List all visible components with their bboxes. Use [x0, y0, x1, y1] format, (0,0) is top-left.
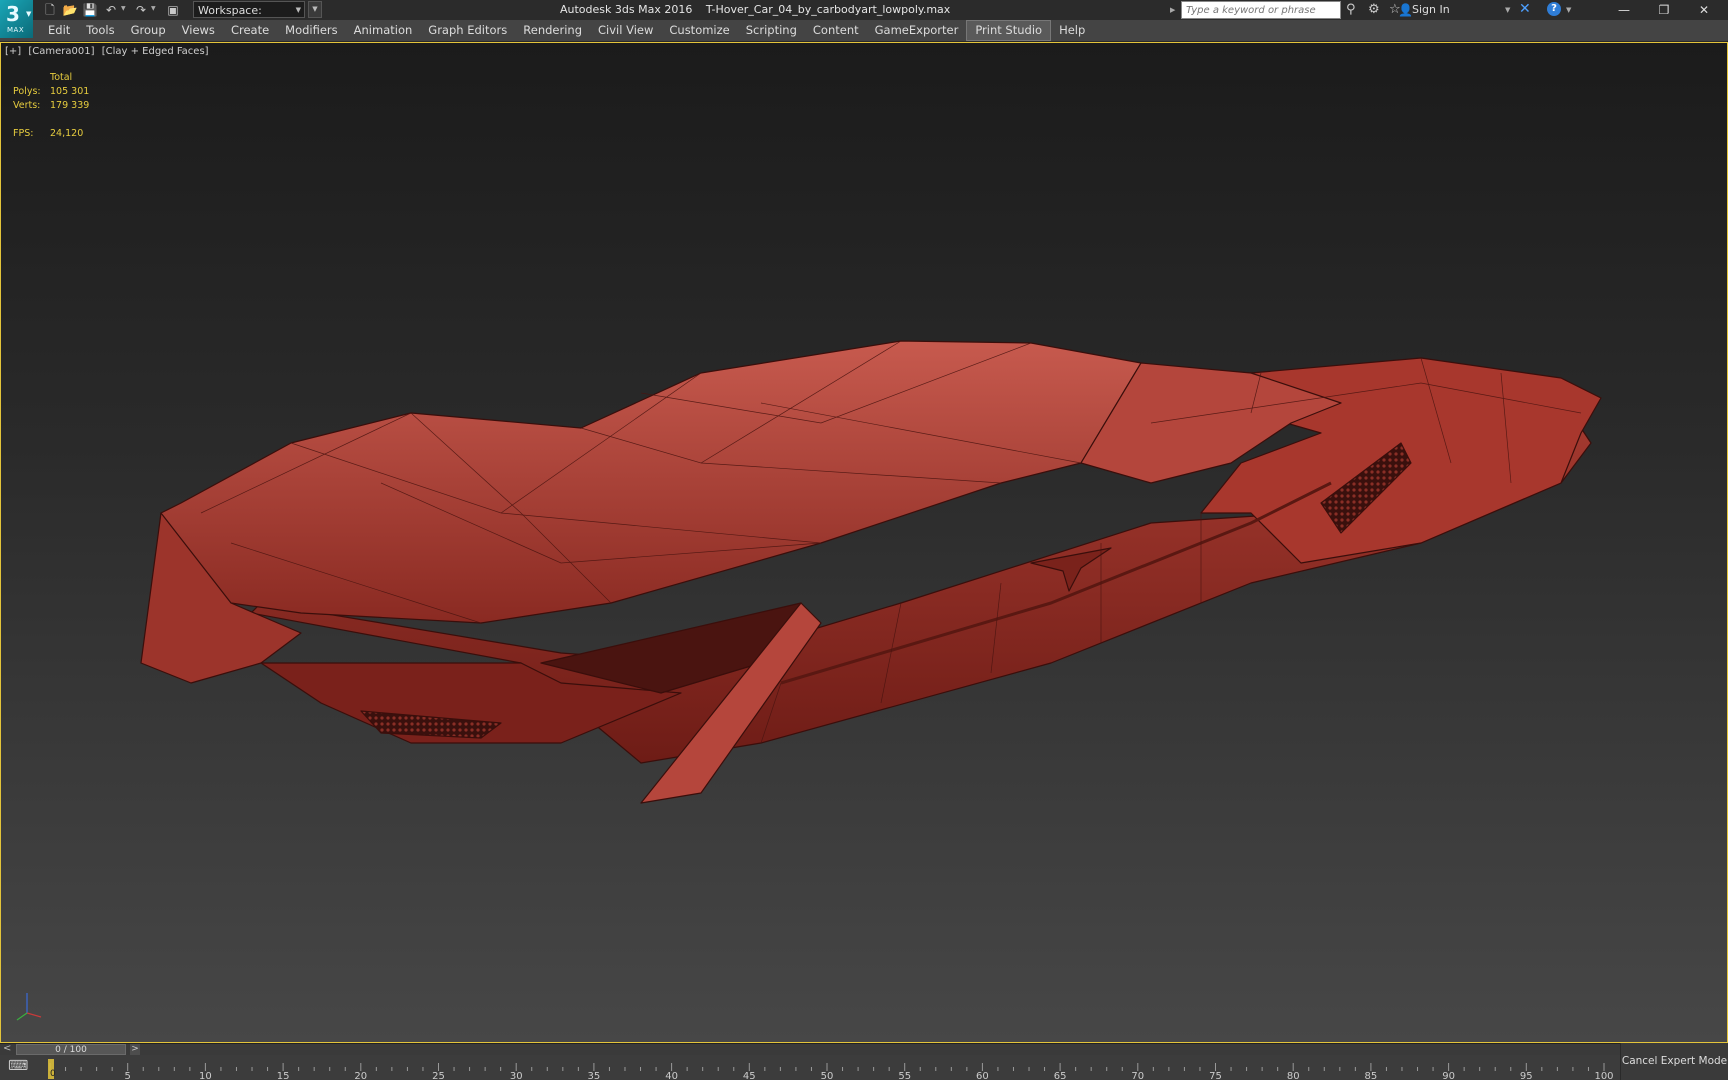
- binoculars-search-icon[interactable]: ⚲: [1346, 2, 1356, 18]
- ruler-label: 65: [1054, 1071, 1067, 1080]
- chevron-down-icon: ▼: [295, 6, 301, 14]
- car-body: [140, 340, 1602, 804]
- application-menu-button[interactable]: 3 ▼ MAX: [0, 0, 33, 38]
- ruler-label: 50: [821, 1071, 834, 1080]
- menu-group[interactable]: Group: [123, 20, 174, 41]
- ruler-label: 20: [354, 1071, 367, 1080]
- menu-animation[interactable]: Animation: [346, 20, 421, 41]
- ruler-label: 25: [432, 1071, 445, 1080]
- menu-views[interactable]: Views: [174, 20, 223, 41]
- sign-in-button[interactable]: Sign In: [1412, 3, 1450, 16]
- chevron-down-icon: ▼: [26, 10, 32, 18]
- menu-rendering[interactable]: Rendering: [515, 20, 590, 41]
- customize-toolbar-button[interactable]: ▼: [308, 1, 322, 18]
- ruler-label: 40: [665, 1071, 678, 1080]
- menu-create[interactable]: Create: [223, 20, 277, 41]
- ruler-label: 90: [1442, 1071, 1455, 1080]
- close-button[interactable]: ✕: [1684, 0, 1724, 20]
- ruler-label: 35: [588, 1071, 601, 1080]
- 3ds-max-logo-icon: 3: [6, 2, 20, 26]
- camera-viewport[interactable]: [+] [Camera001] [Clay + Edged Faces] Tot…: [0, 42, 1728, 1043]
- ruler-label: 75: [1209, 1071, 1222, 1080]
- current-frame-label: 0: [50, 1069, 56, 1079]
- track-bar[interactable]: ⌨ 5 10 15 20 25 30 35 40 45 50 55 60 65 70 75 80 85 90 95 1…: [0, 1055, 1728, 1080]
- menu-bar: Edit Tools Group Views Create Modifiers Animat…: [0, 20, 1728, 42]
- ruler-label: 80: [1287, 1071, 1300, 1080]
- ruler-label: 30: [510, 1071, 523, 1080]
- ruler-label: 60: [976, 1071, 989, 1080]
- ruler-label: 85: [1365, 1071, 1378, 1080]
- menu-print-studio[interactable]: Print Studio: [966, 20, 1052, 41]
- ruler-label: 5: [125, 1071, 131, 1080]
- ruler-label: 55: [898, 1071, 911, 1080]
- file-name: T-Hover_Car_04_by_carbodyart_lowpoly.max: [705, 3, 951, 16]
- autodesk-exchange-icon[interactable]: ✕: [1519, 1, 1531, 17]
- menu-items: Edit Tools Group Views Create Modifiers Animat…: [40, 20, 1093, 41]
- cancel-expert-mode-button[interactable]: Cancel Expert Mode: [1620, 1043, 1728, 1080]
- help-icon[interactable]: ?: [1547, 2, 1561, 16]
- time-slider-thumb[interactable]: 0 / 100: [16, 1044, 126, 1055]
- frame-ruler[interactable]: 5 10 15 20 25 30 35 40 45 50 55 60 65 70 75 80 85 90 95 100…: [0, 1055, 1620, 1080]
- restore-button[interactable]: ❐: [1644, 0, 1684, 20]
- subscription-center-icon[interactable]: ⚙: [1368, 2, 1380, 18]
- open-folder-icon[interactable]: 📂: [62, 2, 78, 18]
- ruler-label: 95: [1520, 1071, 1533, 1080]
- ruler-label: 15: [277, 1071, 290, 1080]
- chevron-down-icon[interactable]: ▼: [1566, 6, 1571, 14]
- undo-icon[interactable]: ↶: [103, 2, 119, 18]
- hover-car-model[interactable]: [1, 43, 1727, 1042]
- minimize-button[interactable]: —: [1604, 0, 1644, 20]
- ruler-label: 100: [1594, 1071, 1613, 1080]
- undo-dropdown-icon[interactable]: ▼: [121, 5, 126, 12]
- menu-graph-editors[interactable]: Graph Editors: [420, 20, 515, 41]
- next-frame-button[interactable]: >: [130, 1044, 140, 1055]
- menu-scripting[interactable]: Scripting: [738, 20, 805, 41]
- menu-tools[interactable]: Tools: [78, 20, 122, 41]
- workspace-dropdown[interactable]: Workspace: Default ▼: [193, 1, 305, 34]
- chevron-down-icon[interactable]: ▼: [1505, 6, 1510, 14]
- menu-modifiers[interactable]: Modifiers: [277, 20, 346, 41]
- logo-label: MAX: [7, 26, 25, 34]
- ruler-label: 45: [743, 1071, 756, 1080]
- ruler-label: 70: [1131, 1071, 1144, 1080]
- redo-dropdown-icon[interactable]: ▼: [151, 5, 156, 12]
- menu-help[interactable]: Help: [1051, 20, 1093, 41]
- time-slider[interactable]: < 0 / 100 >: [0, 1043, 1728, 1055]
- previous-frame-button[interactable]: <: [3, 1043, 11, 1054]
- menu-gameexporter[interactable]: GameExporter: [867, 20, 967, 41]
- search-input[interactable]: [1181, 1, 1341, 19]
- window-title: Autodesk 3ds Max 2016 T-Hover_Car_04_by_…: [560, 3, 960, 16]
- menu-civil-view[interactable]: Civil View: [590, 20, 661, 41]
- app-title: Autodesk 3ds Max 2016: [560, 3, 693, 16]
- menu-customize[interactable]: Customize: [661, 20, 737, 41]
- save-icon[interactable]: 💾: [82, 2, 98, 18]
- project-folder-icon[interactable]: ▣: [165, 2, 181, 18]
- title-bar: 3 ▼ MAX 🗋 📂 💾 ↶ ▼ ↷ ▼ ▣ Workspace: Defau…: [0, 0, 1728, 38]
- menu-content[interactable]: Content: [805, 20, 867, 41]
- menu-edit[interactable]: Edit: [40, 20, 78, 41]
- redo-icon[interactable]: ↷: [133, 2, 149, 18]
- user-icon[interactable]: 👤: [1398, 2, 1413, 18]
- search-expand-icon[interactable]: ▶: [1170, 2, 1180, 18]
- axis-tripod-icon: [16, 993, 42, 1021]
- ruler-label: 10: [199, 1071, 212, 1080]
- new-file-icon[interactable]: 🗋: [42, 2, 58, 18]
